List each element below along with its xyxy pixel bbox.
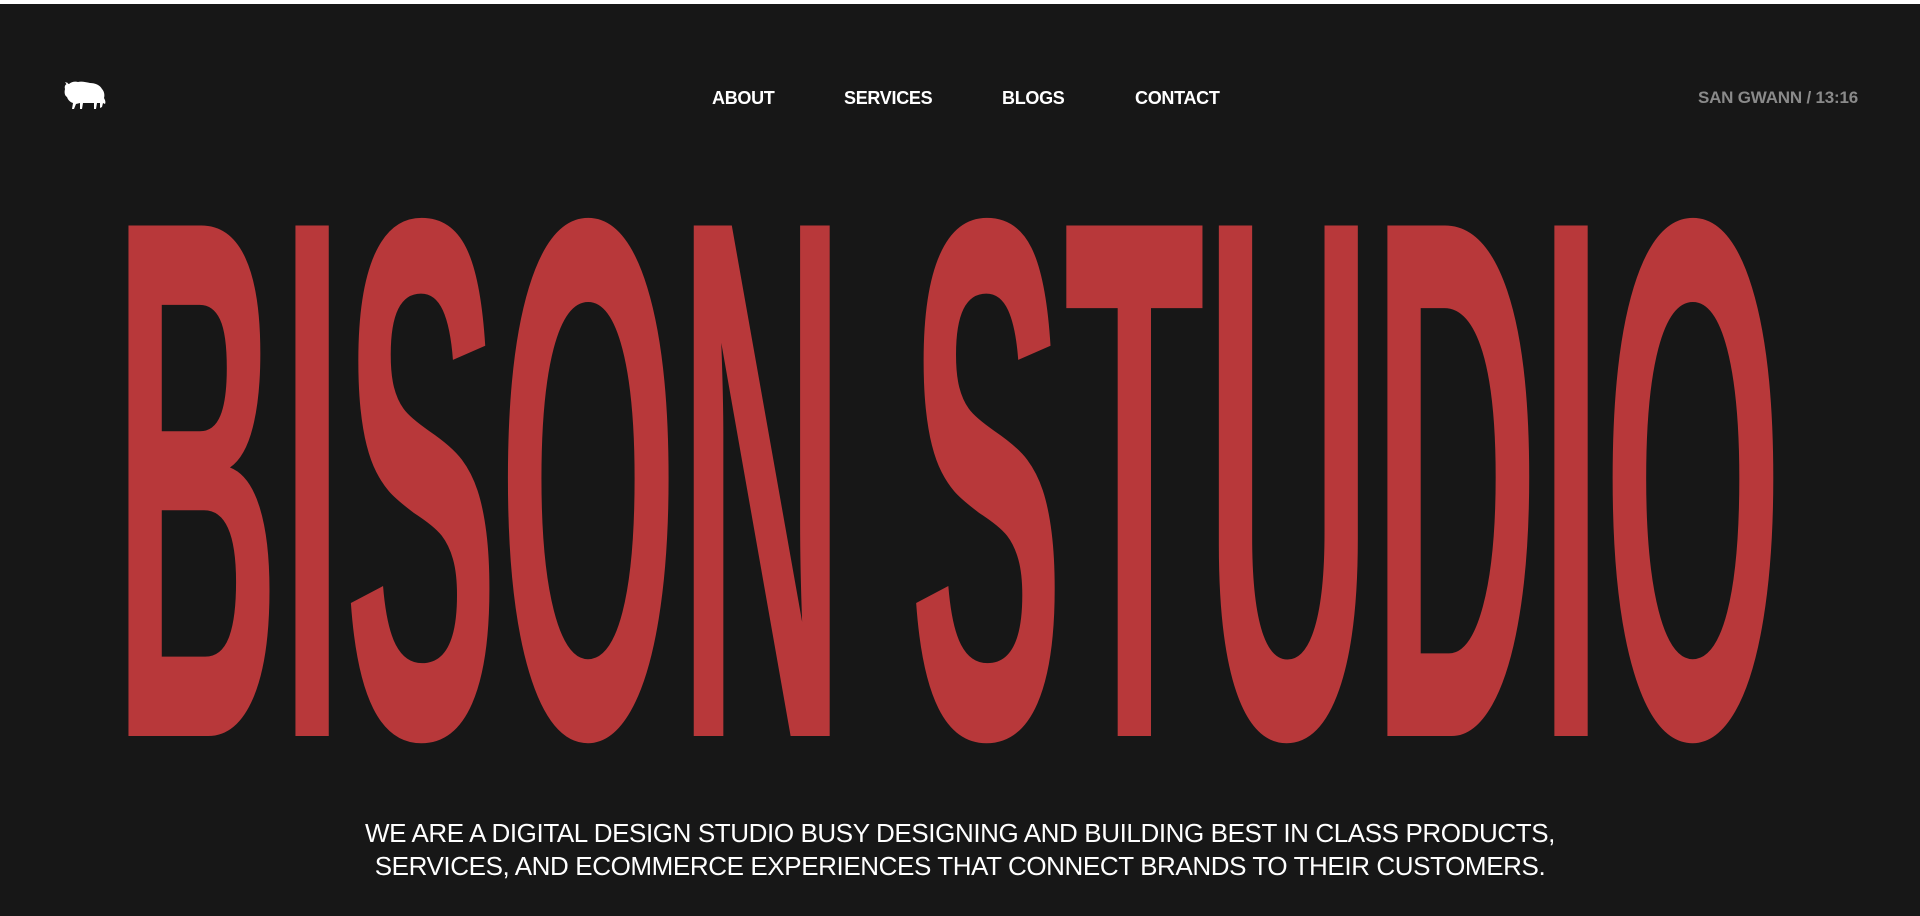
page: ABOUT SERVICES BLOGS CONTACT SAN GWANN /… — [0, 4, 1920, 916]
tagline-line-1: WE ARE A DIGITAL DESIGN STUDIO BUSY DESI… — [365, 818, 1555, 848]
nav-blogs[interactable]: BLOGS — [1002, 88, 1065, 109]
tagline-line-2: SERVICES, AND ECOMMERCE EXPERIENCES THAT… — [374, 851, 1546, 881]
location-time: SAN GWANN / 13:16 — [1697, 88, 1858, 107]
main-nav: ABOUT SERVICES BLOGS CONTACT — [0, 88, 1920, 112]
nav-contact[interactable]: CONTACT — [1135, 88, 1220, 109]
hero-tagline: WE ARE A DIGITAL DESIGN STUDIO BUSY DESI… — [0, 817, 1920, 883]
hero-title-text: BISON STUDIO — [113, 184, 1783, 744]
nav-services[interactable]: SERVICES — [844, 88, 933, 109]
hero-title: BISON STUDIO — [113, 65, 1785, 894]
hero-title-svg: BISON STUDIO — [113, 65, 1783, 894]
nav-about[interactable]: ABOUT — [712, 88, 775, 109]
